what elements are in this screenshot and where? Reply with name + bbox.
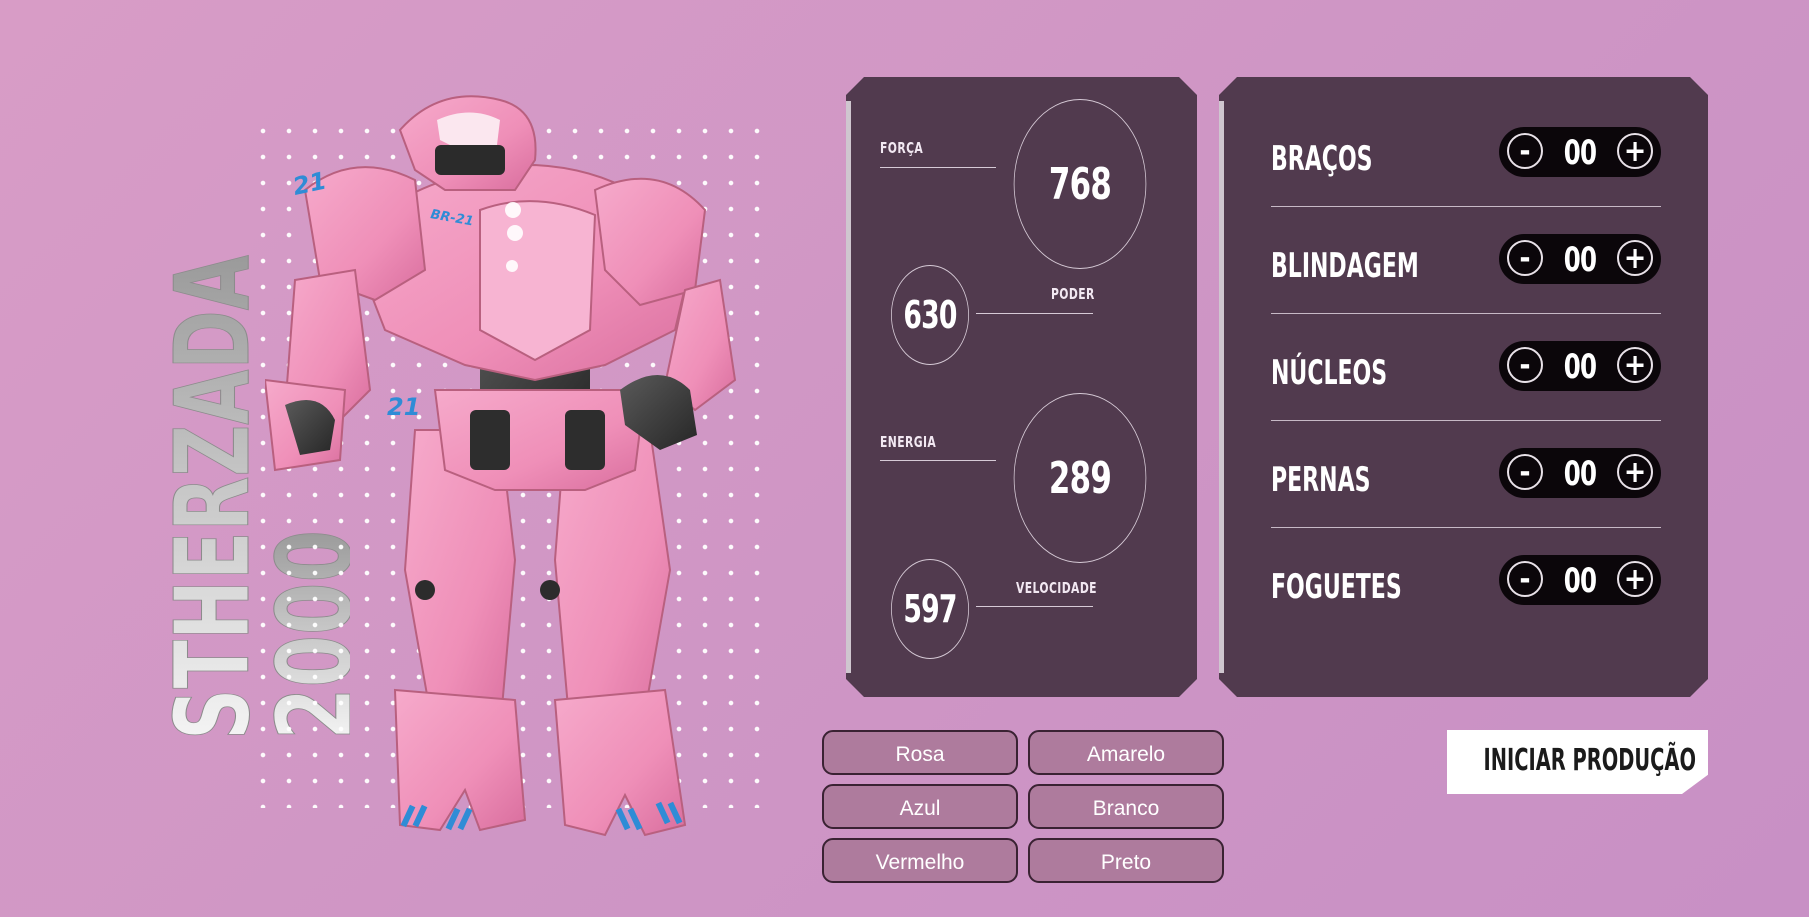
- stat-circle-velocidade: 597: [891, 559, 969, 659]
- counter-bracos: - 00 +: [1499, 127, 1661, 177]
- divider: [1271, 420, 1661, 421]
- counter-value-bracos: 00: [1563, 133, 1597, 173]
- part-label-bracos: BRAÇOS: [1271, 139, 1373, 179]
- stat-label-poder: PODER: [1051, 285, 1095, 303]
- plus-button-foguetes[interactable]: +: [1617, 561, 1653, 597]
- color-button-amarelo[interactable]: Amarelo: [1028, 730, 1224, 775]
- robot-leg-badge: 21: [387, 393, 420, 421]
- counter-pernas: - 00 +: [1499, 448, 1661, 498]
- counter-value-blindagem: 00: [1563, 240, 1597, 280]
- stat-value-velocidade: 597: [903, 587, 957, 631]
- part-label-foguetes: FOGUETES: [1271, 567, 1402, 607]
- divider: [1271, 206, 1661, 207]
- start-production-label: INICIAR PRODUÇÃO: [1483, 743, 1696, 778]
- parts-panel: BRAÇOS - 00 + BLINDAGEM - 00 + NÚCLEOS -…: [1219, 77, 1708, 697]
- divider: [1271, 527, 1661, 528]
- counter-value-foguetes: 00: [1563, 561, 1597, 601]
- counter-value-nucleos: 00: [1563, 347, 1597, 387]
- minus-button-blindagem[interactable]: -: [1507, 240, 1543, 276]
- stat-line-forca: [880, 167, 996, 168]
- stats-panel: FORÇA 768 PODER 630 ENERGIA 289 VELOCIDA…: [846, 77, 1197, 697]
- part-row-bracos: BRAÇOS - 00 +: [1271, 127, 1661, 187]
- stat-line-energia: [880, 460, 996, 461]
- color-button-vermelho[interactable]: Vermelho: [822, 838, 1018, 883]
- stat-circle-forca: 768: [1014, 99, 1147, 269]
- plus-button-nucleos[interactable]: +: [1617, 347, 1653, 383]
- divider: [1271, 313, 1661, 314]
- part-label-blindagem: BLINDAGEM: [1271, 246, 1419, 286]
- stat-label-energia: ENERGIA: [880, 433, 937, 451]
- plus-button-pernas[interactable]: +: [1617, 454, 1653, 490]
- color-button-preto[interactable]: Preto: [1028, 838, 1224, 883]
- stat-label-forca: FORÇA: [880, 139, 924, 157]
- part-label-pernas: PERNAS: [1271, 460, 1371, 500]
- part-row-foguetes: FOGUETES - 00 +: [1271, 555, 1661, 615]
- stat-value-poder: 630: [903, 293, 957, 337]
- counter-foguetes: - 00 +: [1499, 555, 1661, 605]
- color-button-rosa[interactable]: Rosa: [822, 730, 1018, 775]
- stat-circle-poder: 630: [891, 265, 969, 365]
- part-row-nucleos: NÚCLEOS - 00 +: [1271, 341, 1661, 401]
- stat-circle-energia: 289: [1014, 393, 1147, 563]
- minus-button-nucleos[interactable]: -: [1507, 347, 1543, 383]
- part-row-pernas: PERNAS - 00 +: [1271, 448, 1661, 508]
- plus-button-blindagem[interactable]: +: [1617, 240, 1653, 276]
- color-button-azul[interactable]: Azul: [822, 784, 1018, 829]
- stat-value-energia: 289: [1048, 452, 1112, 504]
- stat-line-poder: [976, 313, 1093, 314]
- plus-button-bracos[interactable]: +: [1617, 133, 1653, 169]
- stat-label-velocidade: VELOCIDADE: [1016, 579, 1097, 597]
- minus-button-bracos[interactable]: -: [1507, 133, 1543, 169]
- counter-nucleos: - 00 +: [1499, 341, 1661, 391]
- counter-blindagem: - 00 +: [1499, 234, 1661, 284]
- part-label-nucleos: NÚCLEOS: [1271, 353, 1388, 393]
- counter-value-pernas: 00: [1563, 454, 1597, 494]
- stat-line-velocidade: [976, 606, 1093, 607]
- part-row-blindagem: BLINDAGEM - 00 +: [1271, 234, 1661, 294]
- color-button-branco[interactable]: Branco: [1028, 784, 1224, 829]
- minus-button-pernas[interactable]: -: [1507, 454, 1543, 490]
- minus-button-foguetes[interactable]: -: [1507, 561, 1543, 597]
- robot-image: 21 BR-21 21: [265, 95, 737, 837]
- start-production-button[interactable]: INICIAR PRODUÇÃO: [1447, 730, 1708, 794]
- stat-value-forca: 768: [1048, 158, 1112, 210]
